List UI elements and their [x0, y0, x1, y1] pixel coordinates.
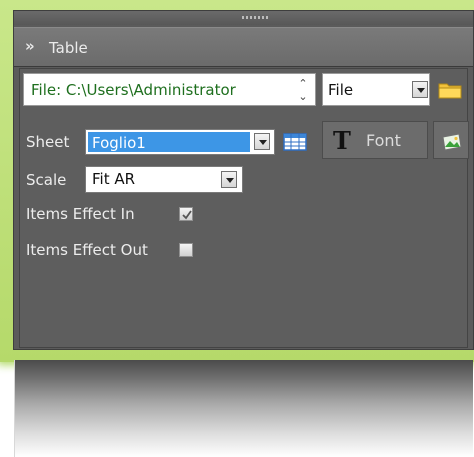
chevron-down-icon[interactable]	[412, 81, 428, 98]
sheet-selection: Foglio1	[88, 132, 250, 152]
spin-down-icon[interactable]: ⌄	[296, 91, 310, 103]
sheet-select[interactable]: Foglio1	[85, 129, 275, 155]
panel-reflection	[14, 360, 473, 457]
chevron-down-icon[interactable]	[254, 133, 270, 150]
items-effect-in-label: Items Effect In	[26, 205, 135, 223]
scale-select[interactable]: Fit AR	[85, 166, 243, 193]
grip-dots-icon	[242, 16, 270, 19]
spin-up-icon[interactable]: ⌃	[296, 78, 310, 90]
drag-grip[interactable]	[14, 11, 473, 25]
table-panel: » Table File: C:\Users\Administrator ⌃ ⌄…	[13, 10, 474, 350]
picture-button[interactable]	[433, 121, 469, 159]
panel-header[interactable]: » Table	[14, 27, 473, 67]
source-type-select[interactable]: File	[322, 73, 430, 106]
checkmark-icon	[182, 210, 192, 220]
sheet-label: Sheet	[26, 133, 70, 151]
font-button[interactable]: T Font	[322, 121, 428, 159]
items-effect-in-checkbox[interactable]	[179, 207, 193, 221]
file-path-field[interactable]: File: C:\Users\Administrator ⌃ ⌄	[23, 73, 316, 106]
source-type-value: File	[328, 81, 354, 99]
panel-content: File: C:\Users\Administrator ⌃ ⌄ File Sh…	[19, 68, 469, 348]
folder-icon[interactable]	[438, 81, 462, 99]
table-grid-icon[interactable]	[283, 132, 307, 152]
double-chevron-down-icon[interactable]: »	[25, 37, 35, 55]
scale-label: Scale	[26, 171, 67, 189]
file-path-value: File: C:\Users\Administrator	[31, 81, 236, 99]
sheet-value: Foglio1	[92, 134, 146, 152]
panel-title: Table	[49, 39, 88, 57]
chevron-down-icon[interactable]	[221, 171, 237, 188]
items-effect-out-checkbox[interactable]	[179, 243, 193, 257]
font-button-label: Font	[366, 131, 401, 150]
scale-value: Fit AR	[92, 170, 136, 188]
items-effect-out-label: Items Effect Out	[26, 241, 148, 259]
font-T-icon: T	[333, 126, 351, 155]
picture-icon	[442, 133, 462, 151]
